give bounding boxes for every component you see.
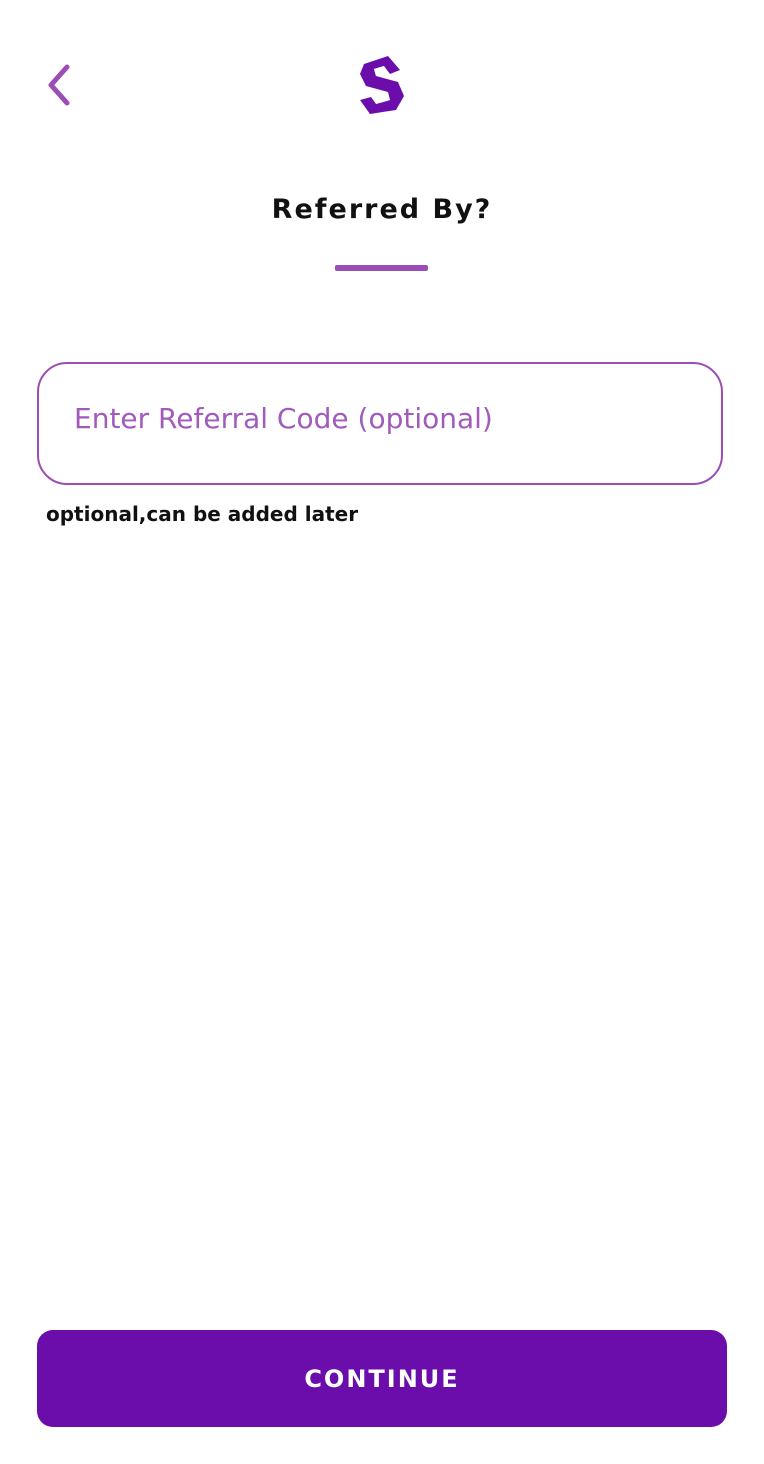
helper-text: optional,can be added later — [46, 502, 359, 526]
referral-code-input[interactable] — [74, 364, 694, 472]
continue-button[interactable]: CONTINUE — [37, 1330, 727, 1427]
brand-s-logo-icon — [352, 52, 412, 118]
back-button[interactable] — [36, 58, 80, 112]
chevron-left-icon — [48, 64, 70, 106]
referral-code-field[interactable] — [37, 362, 723, 485]
referral-screen: Referred By? optional,can be added later… — [0, 0, 764, 1464]
title-underline — [335, 265, 428, 271]
page-title: Referred By? — [271, 194, 493, 225]
